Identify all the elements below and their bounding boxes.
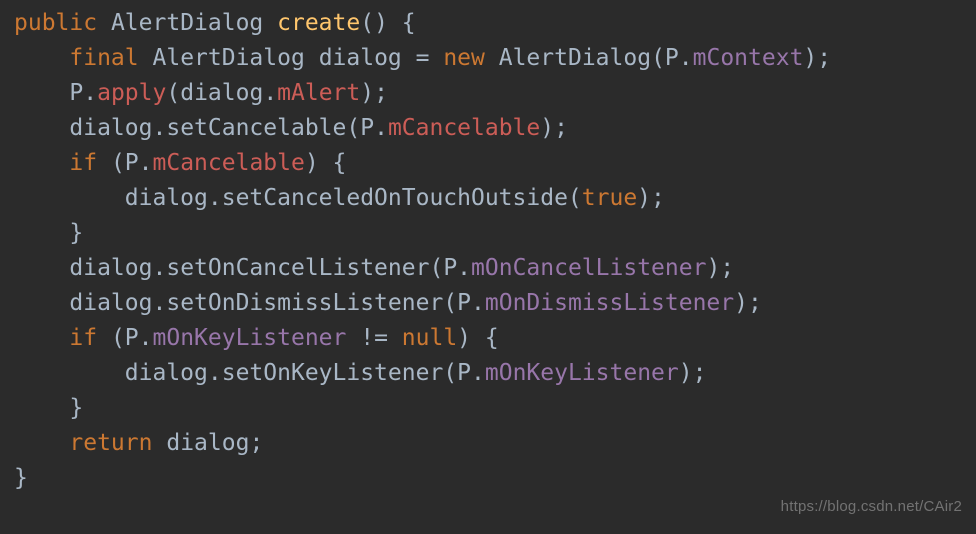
code-line: dialog.setOnKeyListener(P.mOnKeyListener…	[14, 360, 706, 386]
code-line: final AlertDialog dialog = new AlertDial…	[14, 45, 831, 71]
code-line: dialog.setOnDismissListener(P.mOnDismiss…	[14, 290, 762, 316]
code-line: public AlertDialog create() {	[14, 10, 416, 36]
code-line: }	[14, 465, 28, 491]
code-line: dialog.setOnCancelListener(P.mOnCancelLi…	[14, 255, 734, 281]
code-line: dialog.setCanceledOnTouchOutside(true);	[14, 185, 665, 211]
code-line: P.apply(dialog.mAlert);	[14, 80, 388, 106]
watermark-text: https://blog.csdn.net/CAir2	[781, 489, 962, 524]
code-line: if (P.mOnKeyListener != null) {	[14, 325, 499, 351]
code-line: if (P.mCancelable) {	[14, 150, 346, 176]
code-line: }	[14, 220, 83, 246]
code-line: }	[14, 395, 83, 421]
code-line: dialog.setCancelable(P.mCancelable);	[14, 115, 568, 141]
code-line: return dialog;	[14, 430, 263, 456]
code-block: public AlertDialog create() { final Aler…	[0, 0, 976, 496]
